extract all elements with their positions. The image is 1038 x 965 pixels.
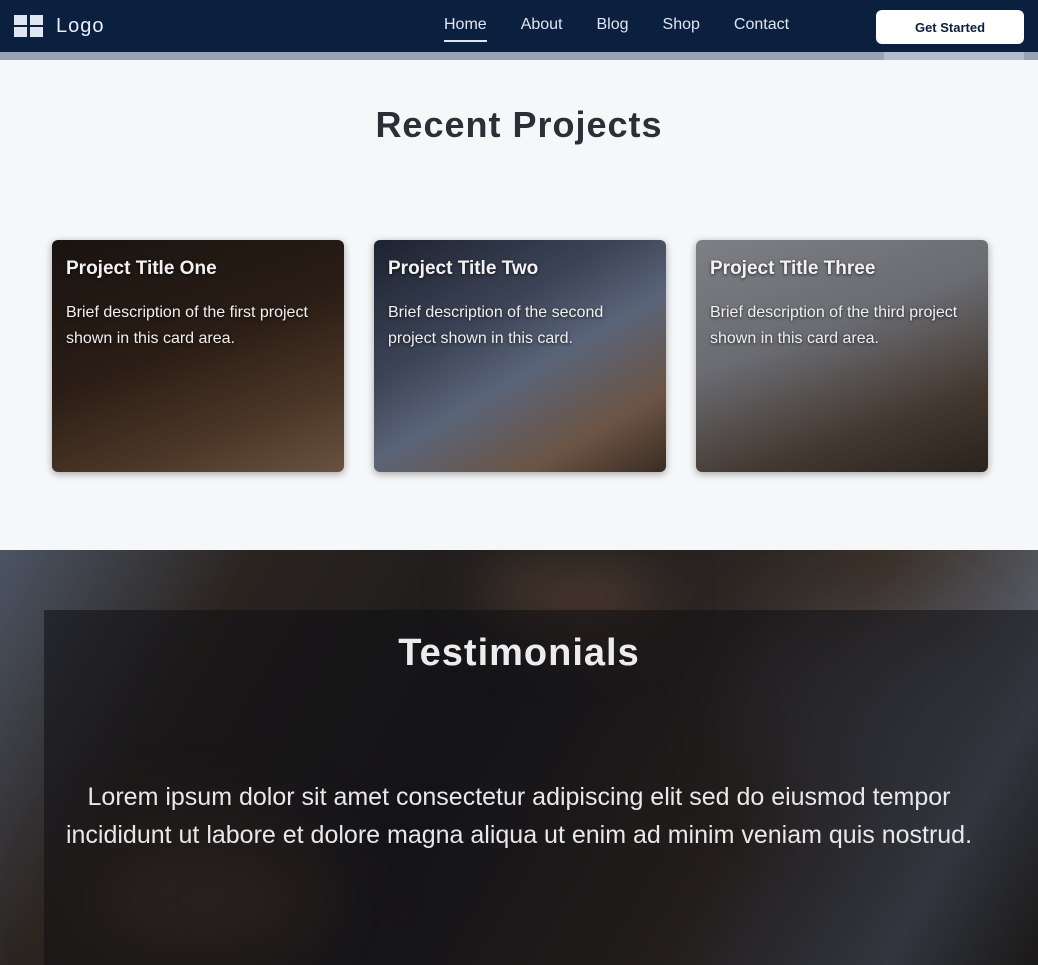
brand[interactable]: Logo: [12, 12, 105, 40]
nav-about[interactable]: About: [521, 16, 563, 42]
card-text: Brief description of the second project …: [388, 304, 604, 347]
nav-contact[interactable]: Contact: [734, 16, 789, 42]
projects-section: Recent Projects Project Title One Brief …: [0, 60, 1038, 550]
nav-home[interactable]: Home: [444, 16, 487, 42]
card-text: Brief description of the third project s…: [710, 304, 958, 347]
testimonial-quote: Lorem ipsum dolor sit amet consectetur a…: [65, 783, 973, 849]
project-card[interactable]: Project Title One Brief description of t…: [52, 240, 344, 472]
project-card[interactable]: Project Title Two Brief description of t…: [374, 240, 666, 472]
nav-blog[interactable]: Blog: [597, 16, 629, 42]
brand-name: Logo: [56, 14, 105, 37]
project-card[interactable]: Project Title Three Brief description of…: [696, 240, 988, 472]
card-text: Brief description of the first project s…: [66, 304, 308, 347]
card-title: Project Title Three: [710, 258, 876, 279]
cta-shadow: [884, 52, 1024, 60]
card-title: Project Title One: [66, 258, 217, 279]
top-navigation-bar: Logo Home About Blog Shop Contact Get St…: [0, 0, 1038, 52]
testimonial-title: Testimonials: [398, 632, 640, 674]
logo-icon: [12, 12, 46, 40]
section-title: Recent Projects: [375, 104, 663, 145]
card-title: Project Title Two: [388, 258, 539, 279]
main-nav: Home About Blog Shop Contact: [444, 16, 789, 42]
get-started-button[interactable]: Get Started: [876, 10, 1024, 44]
card-list: Project Title One Brief description of t…: [52, 240, 988, 472]
nav-shop[interactable]: Shop: [663, 16, 700, 42]
header-underline: [0, 52, 1038, 60]
testimonial-section: Testimonials Lorem ipsum dolor sit amet …: [0, 550, 1038, 965]
